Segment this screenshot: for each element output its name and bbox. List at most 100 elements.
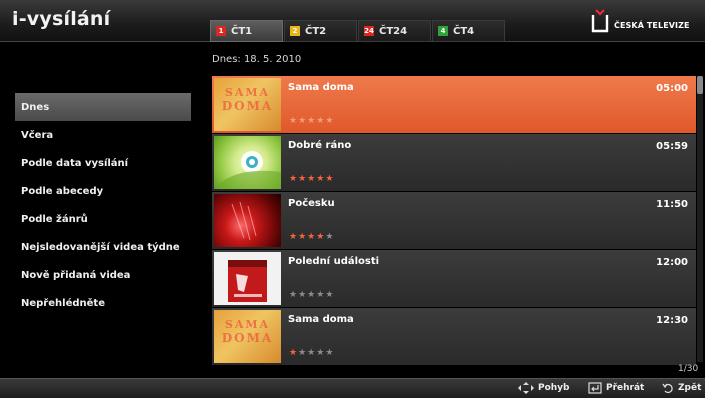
ct4-logo-icon: 4 (438, 26, 448, 36)
star-empty-icon: ★ (325, 290, 334, 300)
page-counter: 1/30 (678, 364, 699, 374)
star-empty-icon: ★ (316, 290, 325, 300)
bottom-hint-bar: Pohyb Přehrát Zpět (0, 378, 705, 398)
hint-play: Přehrát (588, 382, 644, 394)
star-empty-icon: ★ (316, 116, 325, 126)
sidebar-item-label: Podle data vysílání (21, 157, 129, 169)
program-thumbnail (214, 194, 281, 247)
program-row[interactable]: SAMA DOMA Sama doma 05:00 ★ ★ ★ ★ ★ (212, 76, 696, 133)
hint-label: Přehrát (606, 383, 645, 393)
tab-ct1[interactable]: 1 ČT1 (210, 20, 283, 42)
program-row[interactable]: SAMA DOMA Sama doma 12:30 ★ ★ ★ ★ ★ (212, 308, 696, 365)
program-thumbnail: SAMA DOMA (214, 78, 281, 131)
tab-ct4[interactable]: 4 ČT4 (432, 20, 505, 42)
program-row[interactable]: Polední události 12:00 ★ ★ ★ ★ ★ (212, 250, 696, 307)
star-filled-icon: ★ (298, 232, 307, 242)
thumbnail-text: SAMA (224, 318, 271, 331)
sidebar-item-vcera[interactable]: Včera (15, 121, 191, 149)
date-label: Dnes: 18. 5. 2010 (212, 54, 302, 65)
star-filled-icon: ★ (325, 174, 334, 184)
program-time: 12:30 (656, 315, 688, 326)
star-filled-icon: ★ (289, 348, 298, 358)
program-row[interactable]: Dobré ráno 05:59 ★ ★ ★ ★ ★ (212, 134, 696, 191)
star-filled-icon: ★ (289, 174, 298, 184)
star-empty-icon: ★ (289, 116, 298, 126)
star-empty-icon: ★ (298, 116, 307, 126)
star-filled-icon: ★ (298, 174, 307, 184)
star-empty-icon: ★ (307, 290, 316, 300)
program-title: Sama doma (288, 314, 354, 325)
sidebar-item-label: Nepřehlédněte (21, 297, 105, 309)
sidebar-item-label: Dnes (21, 101, 50, 113)
program-title: Polední události (288, 256, 380, 267)
star-empty-icon: ★ (325, 348, 334, 358)
program-row[interactable]: Počesku 11:50 ★ ★ ★ ★ ★ (212, 192, 696, 249)
ct1-logo-icon: 1 (216, 26, 226, 36)
tab-label: ČT4 (453, 25, 475, 37)
sidebar-item-neprehlednete[interactable]: Nepřehlédněte (15, 289, 191, 317)
star-empty-icon: ★ (307, 116, 316, 126)
tab-ct24[interactable]: 24 ČT24 (358, 20, 431, 42)
ct24-logo-icon: 24 (364, 26, 374, 36)
ceska-televize-logo-icon (591, 9, 609, 33)
program-thumbnail: SAMA DOMA (214, 310, 281, 363)
star-empty-icon: ★ (289, 290, 298, 300)
broadcaster-name: ČESKÁ TELEVIZE (614, 21, 690, 30)
program-time: 05:00 (656, 83, 688, 94)
sidebar-menu: Dnes Včera Podle data vysílání Podle abe… (15, 93, 191, 317)
sidebar-item-podle-zanru[interactable]: Podle žánrů (15, 205, 191, 233)
star-empty-icon: ★ (298, 290, 307, 300)
star-filled-icon: ★ (307, 232, 316, 242)
sidebar-item-label: Včera (21, 129, 54, 141)
hint-label: Pohyb (538, 383, 570, 393)
thumbnail-text: DOMA (221, 99, 274, 113)
sidebar-item-nejsledovanejsi[interactable]: Nejsledovanější videa týdne (15, 233, 191, 261)
program-title: Dobré ráno (288, 140, 352, 151)
star-filled-icon: ★ (307, 174, 316, 184)
scrollbar-thumb[interactable] (697, 76, 703, 94)
sidebar-item-label: Nově přidaná videa (21, 269, 131, 281)
sidebar-item-label: Podle žánrů (21, 213, 88, 225)
tab-label: ČT2 (305, 25, 327, 37)
star-empty-icon: ★ (307, 348, 316, 358)
program-list: SAMA DOMA Sama doma 05:00 ★ ★ ★ ★ ★ Dobré rá… (212, 76, 696, 366)
sidebar-item-podle-abecedy[interactable]: Podle abecedy (15, 177, 191, 205)
sidebar-item-podle-data[interactable]: Podle data vysílání (15, 149, 191, 177)
star-filled-icon: ★ (316, 232, 325, 242)
dobre-rano-thumbnail-art (214, 151, 281, 189)
sidebar-item-nove-pridana[interactable]: Nově přidaná videa (15, 261, 191, 289)
back-arrow-icon (662, 383, 673, 394)
enter-icon (588, 382, 602, 394)
rating-stars: ★ ★ ★ ★ ★ (289, 233, 334, 242)
star-filled-icon: ★ (289, 232, 298, 242)
program-thumbnail (214, 136, 281, 189)
star-empty-icon: ★ (316, 348, 325, 358)
polední-udalosti-thumbnail-art (228, 260, 267, 302)
sidebar-item-label: Podle abecedy (21, 185, 104, 197)
tab-label: ČT1 (231, 25, 253, 37)
program-time: 11:50 (656, 199, 688, 210)
star-empty-icon: ★ (325, 232, 334, 242)
hint-label: Zpět (678, 383, 702, 393)
hint-back: Zpět (662, 382, 701, 394)
tab-label: ČT24 (379, 25, 408, 37)
star-empty-icon: ★ (298, 348, 307, 358)
program-title: Počesku (288, 198, 335, 209)
app-title: i-vysílání (12, 8, 111, 30)
sidebar-item-dnes[interactable]: Dnes (15, 93, 191, 121)
rating-stars: ★ ★ ★ ★ ★ (289, 349, 334, 358)
star-filled-icon: ★ (316, 174, 325, 184)
sidebar-item-label: Nejsledovanější videa týdne (21, 241, 180, 253)
ct2-logo-icon: 2 (290, 26, 300, 36)
program-time: 12:00 (656, 257, 688, 268)
thumbnail-text: DOMA (221, 331, 274, 345)
move-arrows-icon (518, 382, 534, 394)
program-thumbnail (214, 252, 281, 305)
list-scrollbar[interactable] (697, 76, 703, 362)
program-time: 05:59 (656, 141, 688, 152)
rating-stars: ★ ★ ★ ★ ★ (289, 117, 334, 126)
channel-tabs: 1 ČT1 2 ČT2 24 ČT24 4 ČT4 (210, 20, 506, 42)
tab-ct2[interactable]: 2 ČT2 (284, 20, 357, 42)
rating-stars: ★ ★ ★ ★ ★ (289, 175, 334, 184)
star-empty-icon: ★ (325, 116, 334, 126)
